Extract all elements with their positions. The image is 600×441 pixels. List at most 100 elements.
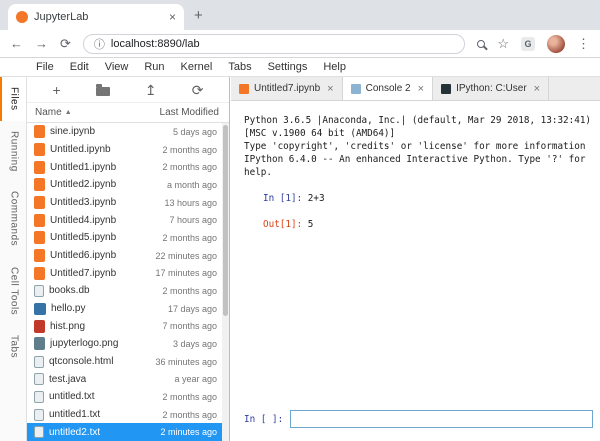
close-icon[interactable]: × <box>327 83 333 95</box>
file-modified: 5 days ago <box>173 127 217 137</box>
browser-menu-icon[interactable]: ⋮ <box>577 36 590 52</box>
menu-file[interactable]: File <box>28 61 62 73</box>
console-banner-line: [MSC v.1900 64 bit (AMD64)] <box>244 127 592 140</box>
file-row[interactable]: hist.png 7 months ago <box>27 317 229 335</box>
menu-settings[interactable]: Settings <box>260 61 316 73</box>
address-bar[interactable]: ⓘ localhost:8890/lab <box>83 34 465 54</box>
file-list-header: Name ▲ Last Modified <box>27 103 229 123</box>
sidebar-tab-files[interactable]: Files <box>0 77 26 121</box>
tab-close-icon[interactable]: × <box>169 10 176 24</box>
file-row[interactable]: untitled1.txt 2 months ago <box>27 406 229 424</box>
file-row[interactable]: qtconsole.html 36 minutes ago <box>27 353 229 371</box>
reload-icon[interactable]: ⟳ <box>60 36 71 52</box>
upload-icon[interactable]: ↥ <box>145 83 157 97</box>
file-browser-toolbar: + ↥ ⟳ <box>27 77 229 103</box>
menu-tabs[interactable]: Tabs <box>220 61 259 73</box>
new-tab-button[interactable]: + <box>194 7 203 24</box>
file-row[interactable]: sine.ipynb 5 days ago <box>27 123 229 141</box>
sidebar-tab-running[interactable]: Running <box>0 121 26 182</box>
file-name: Untitled5.ipynb <box>50 232 157 243</box>
notebook-file-icon <box>34 267 45 280</box>
file-row[interactable]: jupyterlogo.png 3 days ago <box>27 335 229 353</box>
file-modified: 2 months ago <box>162 410 217 420</box>
sidebar-tab-label: Cell Tools <box>9 267 20 315</box>
search-icon[interactable] <box>477 40 485 48</box>
file-modified: 13 hours ago <box>164 198 217 208</box>
file-row[interactable]: Untitled1.ipynb 2 months ago <box>27 158 229 176</box>
dock-tab-label: IPython: C:User <box>456 83 527 94</box>
file-modified: 3 days ago <box>173 339 217 349</box>
extension-badge-icon[interactable]: G <box>521 37 535 51</box>
file-name: qtconsole.html <box>49 356 150 367</box>
file-row[interactable]: books.db 2 months ago <box>27 282 229 300</box>
back-icon[interactable]: ← <box>10 36 23 51</box>
menu-help[interactable]: Help <box>315 61 354 73</box>
file-name: hist.png <box>50 321 157 332</box>
image-file-icon <box>34 337 45 350</box>
db-file-icon <box>34 285 44 297</box>
file-row[interactable]: Untitled3.ipynb 13 hours ago <box>27 194 229 212</box>
site-info-icon[interactable]: ⓘ <box>94 36 105 52</box>
file-row-selected[interactable]: untitled2.txt 2 minutes ago <box>27 423 229 441</box>
menu-run[interactable]: Run <box>136 61 172 73</box>
bookmark-star-icon[interactable]: ☆ <box>497 36 509 52</box>
file-name: Untitled3.ipynb <box>50 197 159 208</box>
refresh-icon[interactable]: ⟳ <box>192 83 204 97</box>
file-row[interactable]: test.java a year ago <box>27 370 229 388</box>
close-icon[interactable]: × <box>534 83 540 95</box>
file-modified: 2 months ago <box>162 145 217 155</box>
scrollbar-thumb[interactable] <box>223 125 228 316</box>
file-list-scrollbar[interactable] <box>222 123 229 441</box>
file-row[interactable]: Untitled.ipynb 2 months ago <box>27 141 229 159</box>
console-input[interactable] <box>290 410 593 428</box>
jupyter-favicon-icon <box>16 11 28 23</box>
file-name: Untitled7.ipynb <box>50 268 150 279</box>
sidebar-tab-cell-tools[interactable]: Cell Tools <box>0 257 26 325</box>
file-row[interactable]: Untitled5.ipynb 2 months ago <box>27 229 229 247</box>
file-name: books.db <box>49 285 157 296</box>
console-panel: Python 3.6.5 |Anaconda, Inc.| (default, … <box>231 101 600 441</box>
file-name: hello.py <box>51 303 163 314</box>
menu-edit[interactable]: Edit <box>62 61 97 73</box>
out-value: 5 <box>302 219 313 230</box>
sidebar-tab-commands[interactable]: Commands <box>0 181 26 256</box>
file-modified: 2 months ago <box>162 392 217 402</box>
file-modified: 7 months ago <box>162 321 217 331</box>
menu-kernel[interactable]: Kernel <box>173 61 221 73</box>
file-row[interactable]: Untitled6.ipynb 22 minutes ago <box>27 247 229 265</box>
file-row[interactable]: hello.py 17 days ago <box>27 300 229 318</box>
file-row[interactable]: Untitled7.ipynb 17 minutes ago <box>27 264 229 282</box>
file-modified: 7 hours ago <box>169 215 217 225</box>
sidebar-tab-label: Files <box>9 87 20 111</box>
new-folder-icon[interactable] <box>96 87 110 96</box>
file-modified: 17 days ago <box>168 304 217 314</box>
file-row[interactable]: Untitled4.ipynb 7 hours ago <box>27 211 229 229</box>
profile-avatar[interactable] <box>547 35 565 53</box>
console-input-row: In [ ]: <box>244 410 593 428</box>
file-row[interactable]: untitled.txt 2 months ago <box>27 388 229 406</box>
menu-view[interactable]: View <box>97 61 137 73</box>
browser-tab[interactable]: JupyterLab × <box>8 4 184 30</box>
file-name: untitled1.txt <box>49 409 157 420</box>
sidebar-tab-tabs[interactable]: Tabs <box>0 325 26 368</box>
dock-tab-console[interactable]: Console 2 × <box>343 77 433 100</box>
file-modified: 2 minutes ago <box>160 427 217 437</box>
new-launcher-icon[interactable]: + <box>53 83 61 97</box>
toolbar-right-group: ☆ G ⋮ <box>477 35 590 53</box>
dock-tab-notebook[interactable]: Untitled7.ipynb × <box>231 77 343 100</box>
notebook-file-icon <box>34 125 45 138</box>
file-name: test.java <box>49 374 169 385</box>
jupyterlab-menubar: File Edit View Run Kernel Tabs Settings … <box>0 58 600 77</box>
notebook-file-icon <box>34 231 45 244</box>
close-icon[interactable]: × <box>418 83 424 95</box>
column-name[interactable]: Name ▲ <box>35 107 160 118</box>
python-file-icon <box>34 303 46 315</box>
file-row[interactable]: Untitled2.ipynb a month ago <box>27 176 229 194</box>
forward-icon[interactable]: → <box>35 36 48 51</box>
dock-tab-terminal[interactable]: IPython: C:User × <box>433 77 549 100</box>
file-name: Untitled1.ipynb <box>50 162 157 173</box>
sort-asc-icon: ▲ <box>65 109 72 116</box>
column-modified[interactable]: Last Modified <box>160 107 219 118</box>
left-sidebar-strip: Files Running Commands Cell Tools Tabs <box>0 77 27 441</box>
file-modified: a month ago <box>167 180 217 190</box>
